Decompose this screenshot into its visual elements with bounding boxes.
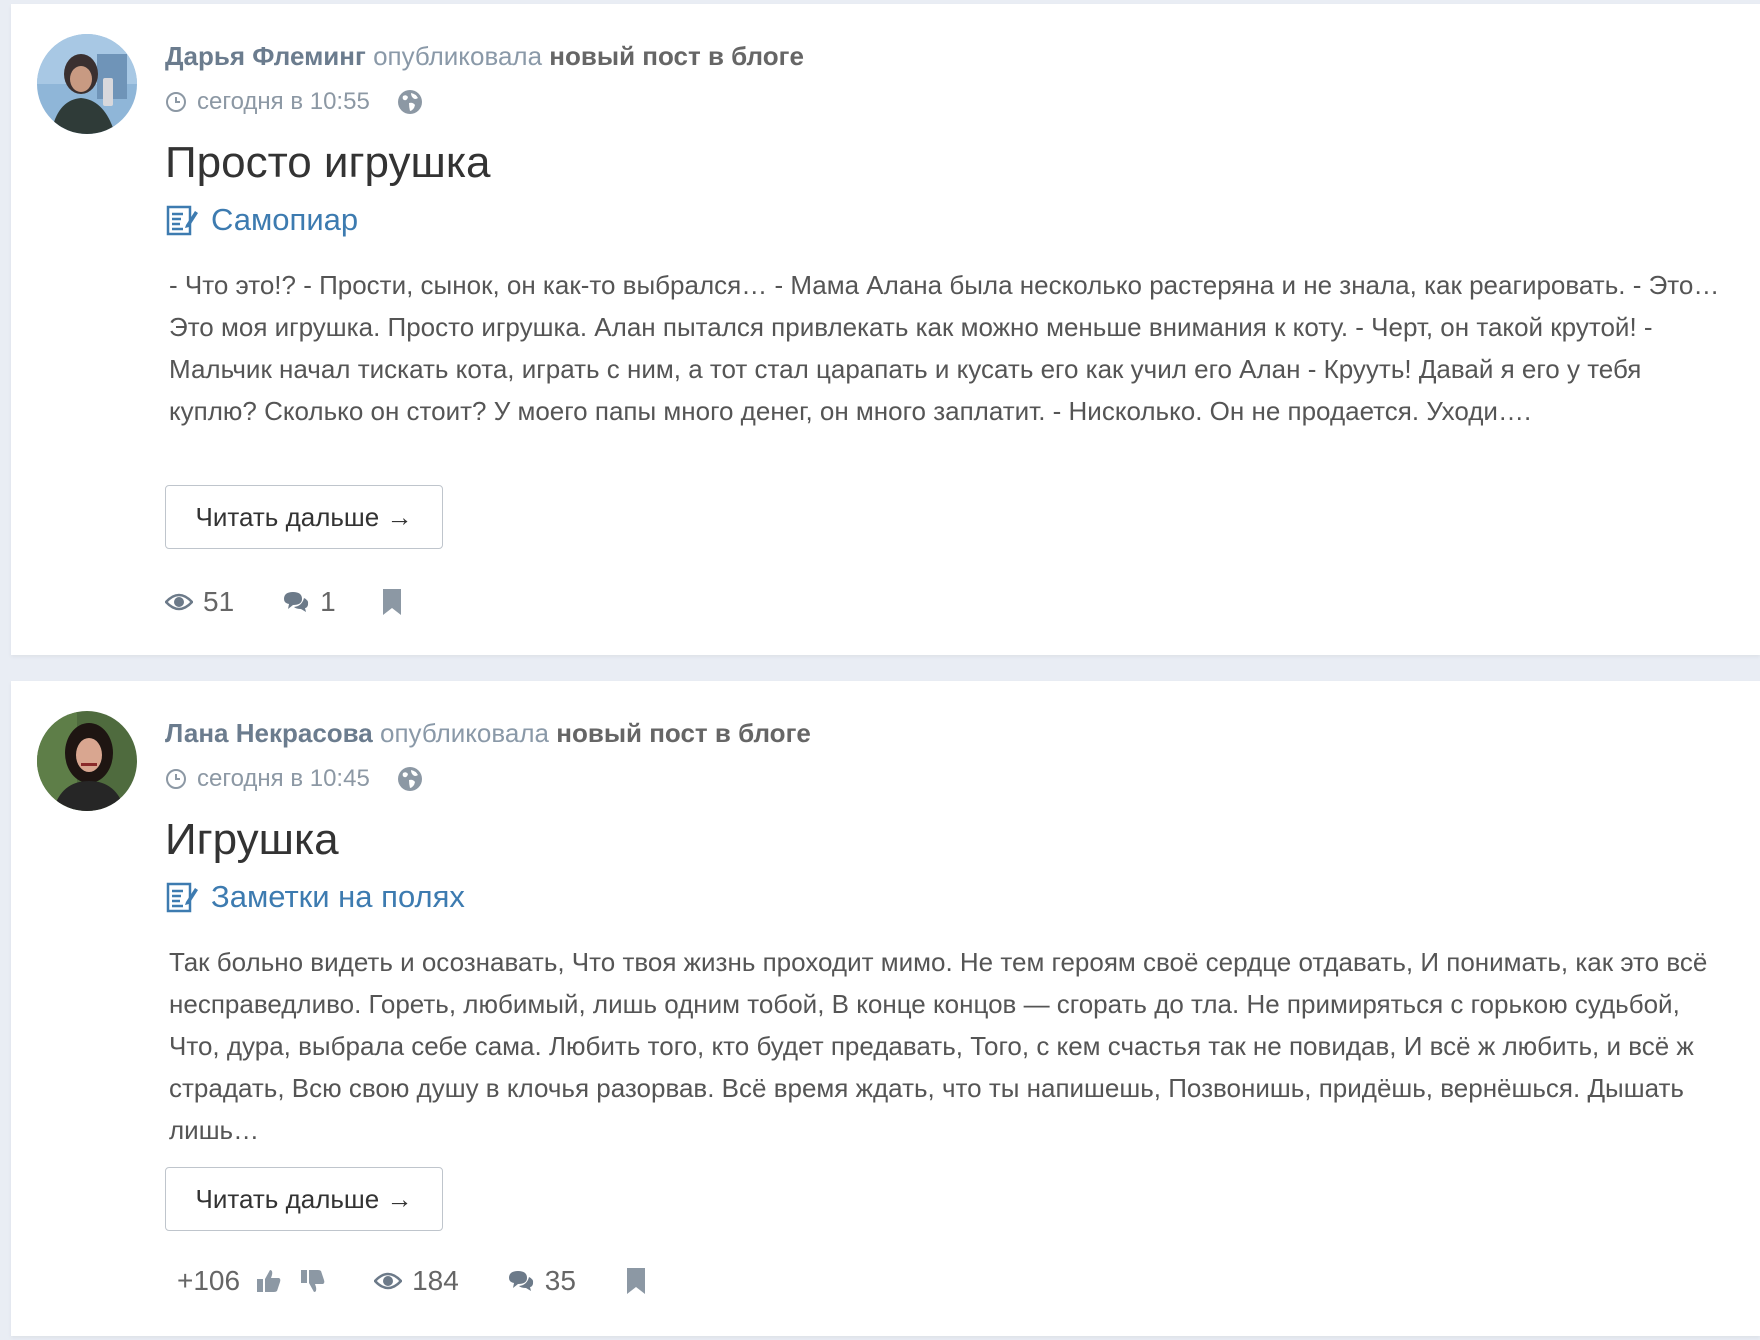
read-more-button[interactable]: Читать дальше →	[165, 485, 443, 549]
post-type-link[interactable]: новый пост в блоге	[556, 718, 811, 748]
post-stats: +106 184 35	[177, 1265, 646, 1297]
eye-icon	[374, 1272, 403, 1290]
blog-icon	[166, 882, 198, 913]
blog-name: Заметки на полях	[211, 879, 465, 914]
post-meta: сегодня в 10:45	[165, 765, 424, 793]
comments-stat[interactable]: 1	[282, 586, 336, 618]
globe-icon	[397, 90, 422, 114]
clock-icon	[166, 769, 186, 789]
post-excerpt: Так больно видеть и осознавать, Что твоя…	[169, 947, 1708, 1145]
views-count: 51	[203, 586, 235, 617]
bookmark-button[interactable]	[626, 1267, 646, 1295]
bookmark-icon	[626, 1268, 645, 1294]
feed-post: Дарья Флеминг опубликовала новый пост в …	[11, 4, 1760, 655]
bookmark-button[interactable]	[382, 588, 402, 616]
thumbs-down-icon[interactable]	[300, 1268, 326, 1294]
action-text: опубликовала	[380, 718, 550, 748]
avatar[interactable]	[37, 711, 137, 811]
post-time: сегодня в 10:45	[197, 765, 370, 792]
blog-name: Самопиар	[211, 202, 359, 237]
author-link[interactable]: Дарья Флеминг	[165, 41, 366, 71]
views-stat: 51	[165, 586, 234, 618]
author-link[interactable]: Лана Некрасова	[165, 718, 373, 748]
comments-icon	[508, 1271, 533, 1291]
blog-link[interactable]: Самопиар	[165, 202, 358, 238]
post-title[interactable]: Игрушка	[165, 813, 339, 867]
eye-icon	[165, 593, 193, 611]
blog-icon	[166, 205, 198, 236]
action-text: опубликовала	[373, 41, 543, 71]
post-header: Дарья Флеминг опубликовала новый пост в …	[165, 38, 804, 74]
clock-icon	[166, 92, 186, 112]
read-more-button[interactable]: Читать дальше →	[165, 1167, 443, 1231]
post-meta: сегодня в 10:55	[165, 88, 424, 116]
views-stat: 184	[374, 1265, 459, 1297]
comments-count: 35	[544, 1265, 576, 1296]
comments-stat[interactable]: 35	[507, 1265, 576, 1297]
comments-icon	[284, 592, 309, 612]
bookmark-icon	[382, 589, 401, 615]
rating-stat: +106	[177, 1265, 326, 1297]
avatar[interactable]	[37, 34, 137, 134]
post-stats: 51 1	[165, 586, 402, 618]
thumbs-up-icon[interactable]	[256, 1268, 282, 1294]
feed-post: Лана Некрасова опубликовала новый пост в…	[11, 681, 1760, 1336]
comments-count: 1	[320, 586, 336, 617]
rating-value: +106	[177, 1265, 241, 1296]
activity-feed: Дарья Флеминг опубликовала новый пост в …	[0, 0, 1760, 1340]
post-header: Лана Некрасова опубликовала новый пост в…	[165, 715, 811, 751]
post-title[interactable]: Просто игрушка	[165, 136, 491, 190]
blog-link[interactable]: Заметки на полях	[165, 879, 465, 915]
views-count: 184	[412, 1265, 459, 1296]
post-time: сегодня в 10:55	[197, 88, 370, 115]
post-type-link[interactable]: новый пост в блоге	[549, 41, 804, 71]
globe-icon	[397, 767, 422, 791]
post-excerpt: - Что это!? - Прости, сынок, он как-то в…	[169, 270, 1720, 426]
